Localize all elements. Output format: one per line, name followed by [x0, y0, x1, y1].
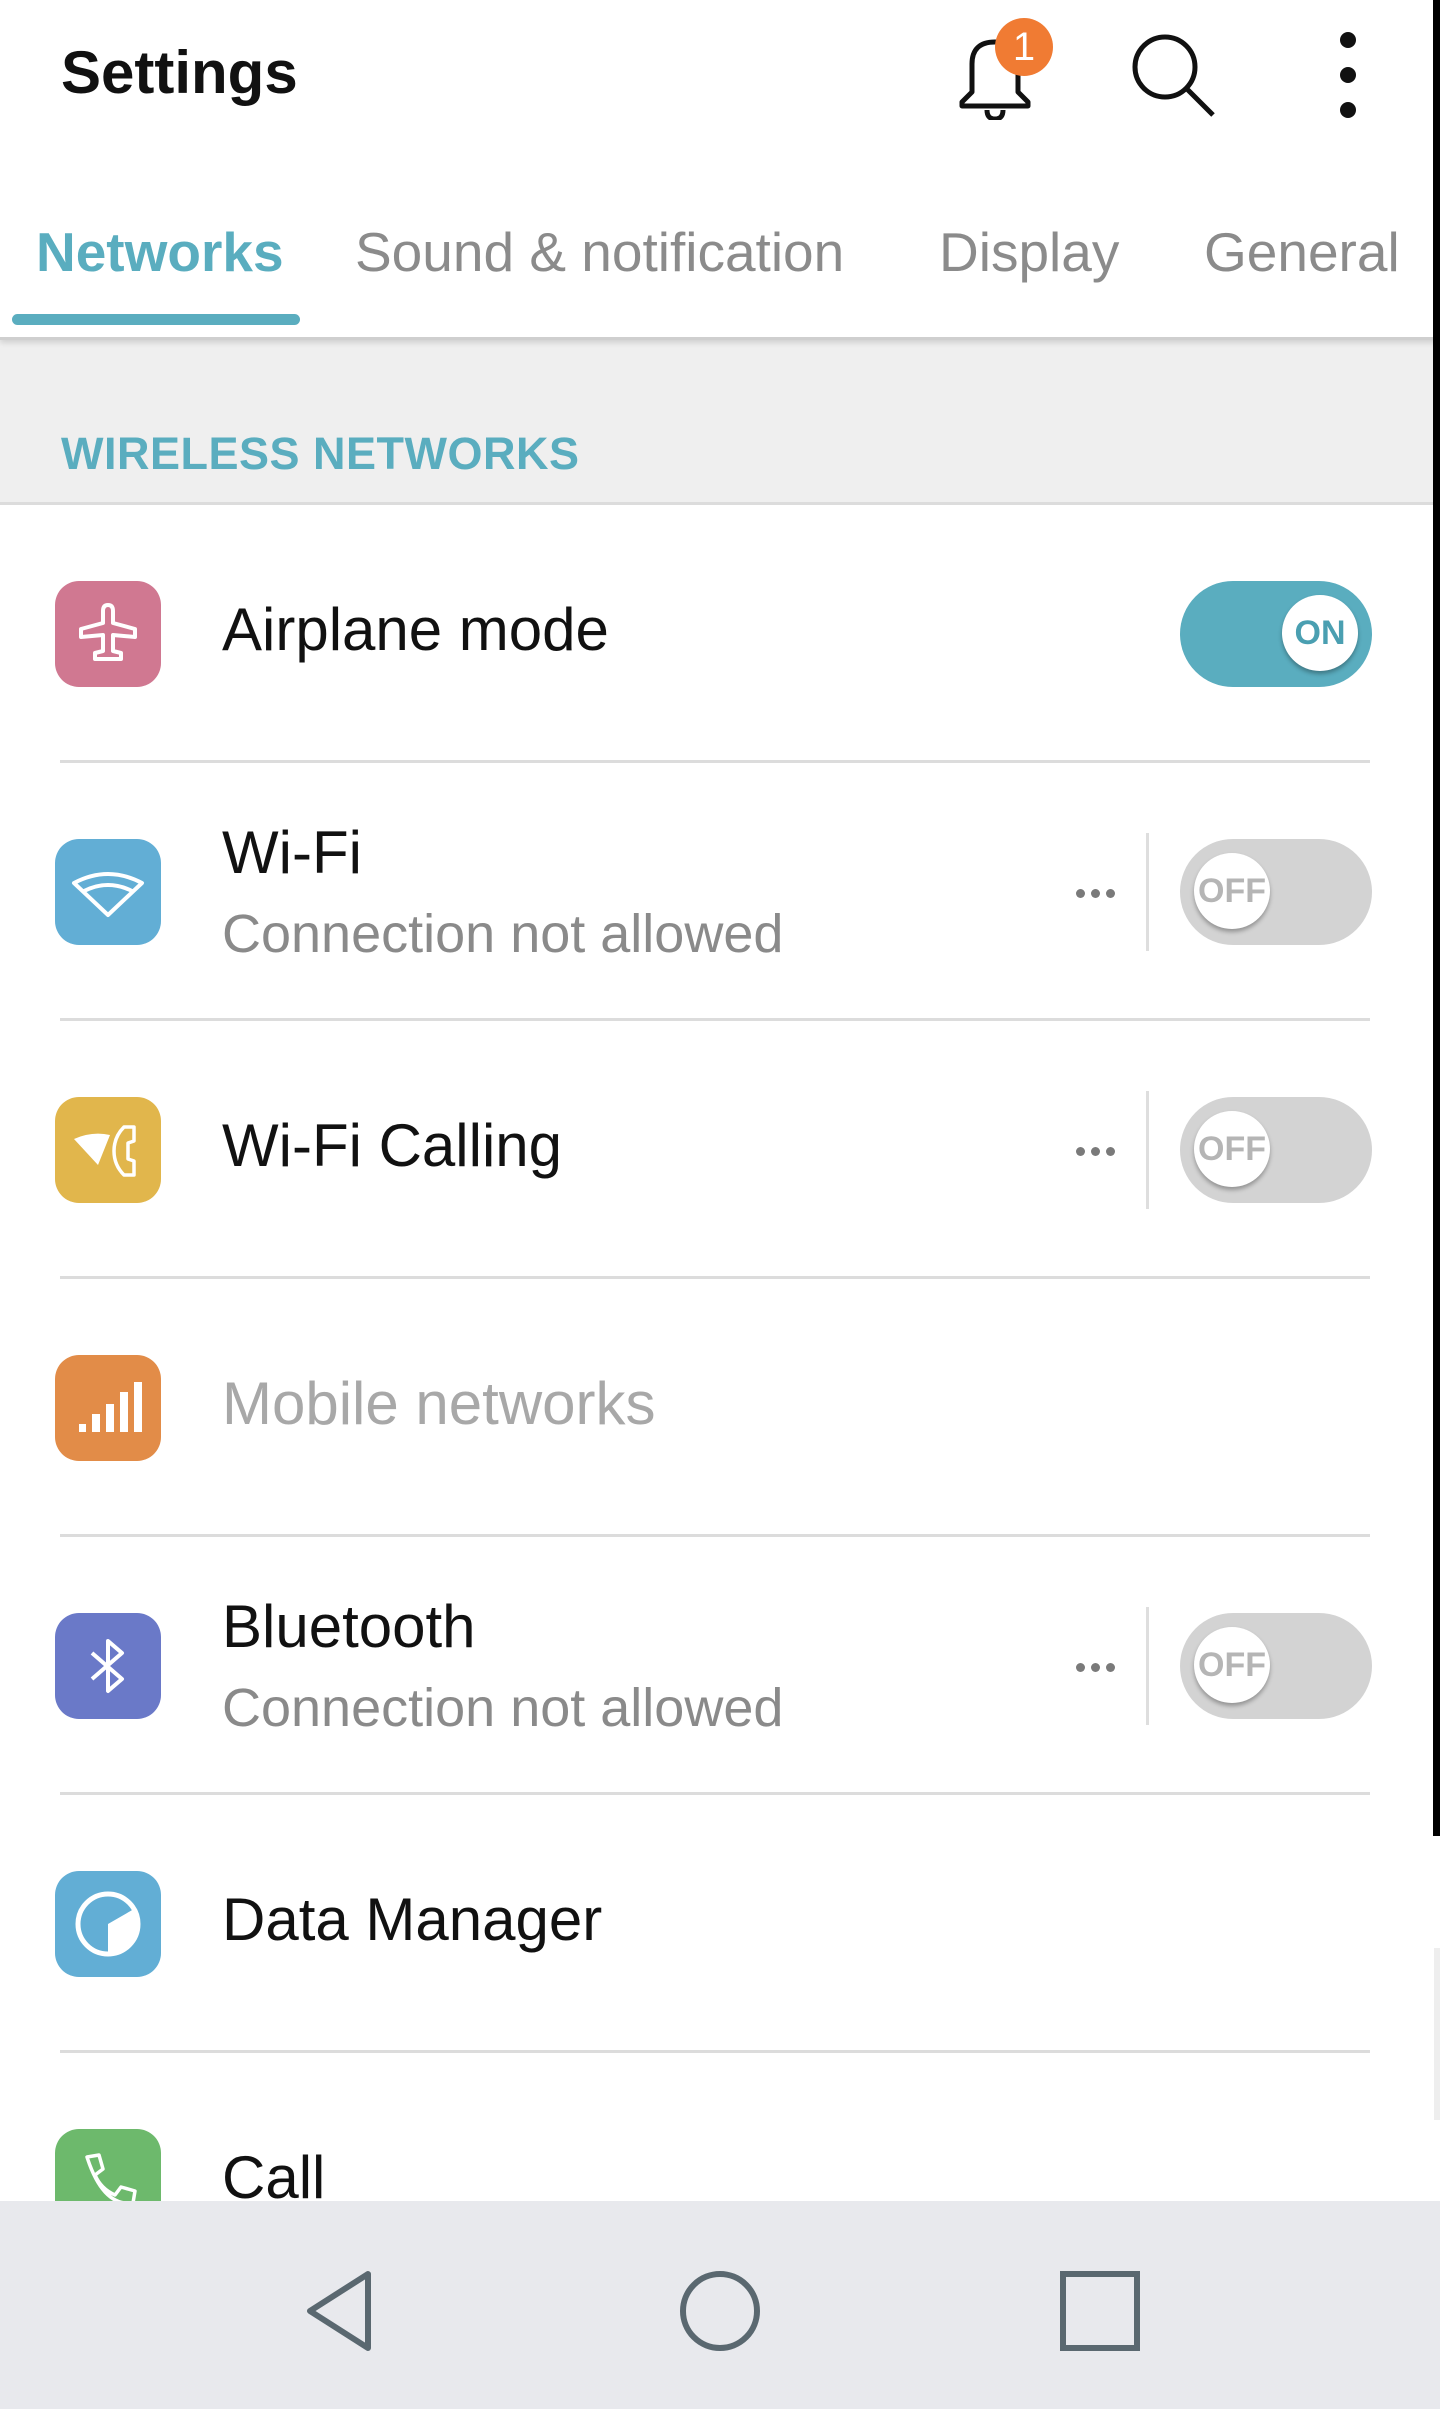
setting-row-bluetooth[interactable]: Bluetooth Connection not allowed OFF	[0, 1537, 1430, 1795]
bluetooth-icon	[55, 1613, 161, 1719]
setting-subtitle: Connection not allowed	[222, 1678, 784, 1738]
tab-general[interactable]: General	[1204, 220, 1400, 284]
toggle-knob: ON	[1282, 595, 1358, 671]
vertical-divider	[1146, 1091, 1149, 1209]
dot	[1090, 888, 1100, 898]
dot	[1075, 888, 1085, 898]
scrollbar[interactable]	[1433, 0, 1440, 1836]
tab-display[interactable]: Display	[939, 220, 1119, 284]
back-icon	[307, 2271, 371, 2351]
home-icon	[680, 2271, 760, 2351]
home-button[interactable]	[670, 2261, 770, 2361]
setting-title: Wi-Fi Calling	[222, 1112, 563, 1179]
airplane-icon	[55, 581, 161, 687]
setting-title: Airplane mode	[222, 596, 609, 663]
recents-icon	[1060, 2271, 1140, 2351]
wifi-calling-icon	[55, 1097, 161, 1203]
more-vert-icon	[1340, 32, 1356, 118]
wifi-icon	[55, 839, 161, 945]
airplane-mode-toggle[interactable]: ON	[1180, 581, 1372, 687]
wifi-toggle[interactable]: OFF	[1180, 839, 1372, 945]
dot	[1105, 888, 1115, 898]
setting-subtitle: Connection not allowed	[222, 904, 784, 964]
app-bar: Settings 1 Networks Sound & notification…	[0, 0, 1440, 340]
bluetooth-toggle[interactable]: OFF	[1180, 1613, 1372, 1719]
dot	[1075, 1146, 1085, 1156]
vertical-divider	[1146, 833, 1149, 951]
toggle-knob: OFF	[1194, 1627, 1270, 1703]
setting-title: Mobile networks	[222, 1370, 656, 1437]
dot	[1090, 1146, 1100, 1156]
dot	[1105, 1146, 1115, 1156]
wifi-calling-toggle[interactable]: OFF	[1180, 1097, 1372, 1203]
tab-bar: Networks Sound & notification Display Ge…	[0, 210, 1440, 337]
scroll-track-segment	[1434, 1948, 1440, 2120]
notification-badge: 1	[995, 18, 1053, 76]
search-button[interactable]	[1118, 20, 1228, 130]
signal-bars-icon	[55, 1355, 161, 1461]
wifi-more-button[interactable]	[1060, 858, 1130, 928]
toggle-knob: OFF	[1194, 853, 1270, 929]
more-options-button[interactable]	[1293, 20, 1403, 130]
dot	[1105, 1662, 1115, 1672]
setting-row-data-manager[interactable]: Data Manager	[0, 1795, 1430, 2053]
wifi-calling-more-button[interactable]	[1060, 1116, 1130, 1186]
vertical-divider	[1146, 1607, 1149, 1725]
section-label: WIRELESS NETWORKS	[61, 428, 580, 479]
system-navigation-bar	[0, 2201, 1440, 2409]
dot	[1075, 1662, 1085, 1672]
setting-title: Bluetooth	[222, 1593, 476, 1660]
toggle-knob: OFF	[1194, 1111, 1270, 1187]
recents-button[interactable]	[1050, 2261, 1150, 2361]
tab-networks[interactable]: Networks	[36, 220, 284, 284]
back-button[interactable]	[290, 2261, 390, 2361]
search-icon	[1132, 34, 1215, 117]
data-usage-icon	[55, 1871, 161, 1977]
dot	[1090, 1662, 1100, 1672]
setting-title: Data Manager	[222, 1886, 603, 1953]
setting-row-wifi[interactable]: Wi-Fi Connection not allowed OFF	[0, 763, 1430, 1021]
bluetooth-more-button[interactable]	[1060, 1632, 1130, 1702]
setting-row-airplane-mode[interactable]: Airplane mode ON	[0, 505, 1430, 763]
setting-row-mobile-networks[interactable]: Mobile networks	[0, 1279, 1430, 1537]
setting-row-wifi-calling[interactable]: Wi-Fi Calling OFF	[0, 1021, 1430, 1279]
active-tab-indicator	[12, 314, 300, 325]
tab-sound-notification[interactable]: Sound & notification	[355, 220, 844, 284]
page-title: Settings	[61, 39, 298, 106]
setting-title: Wi-Fi	[222, 819, 362, 886]
section-header: WIRELESS NETWORKS	[0, 340, 1440, 505]
